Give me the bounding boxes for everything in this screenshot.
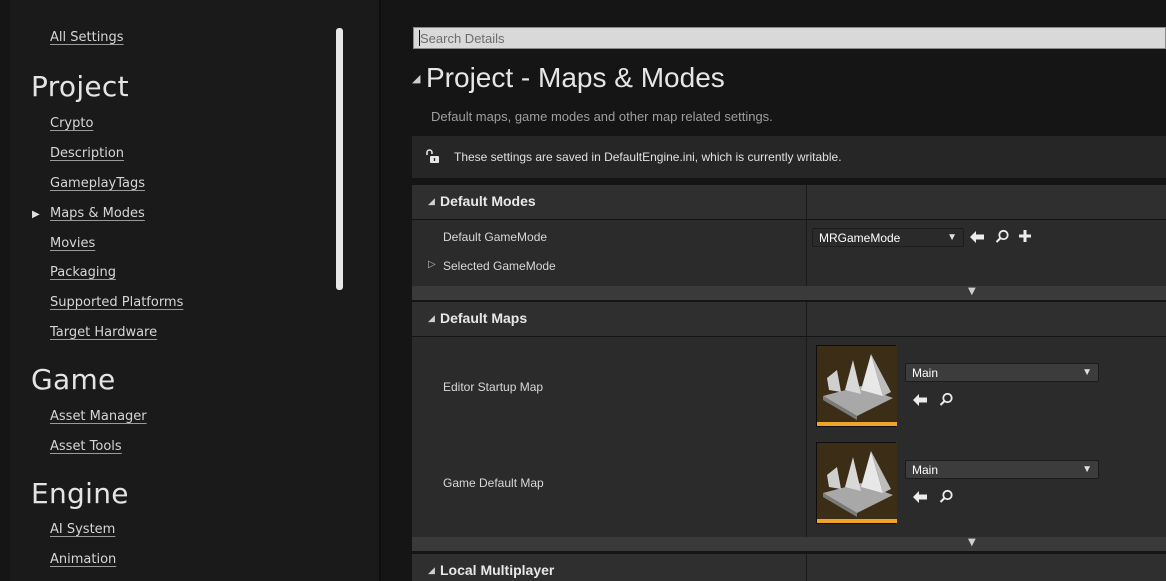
arrow-left-icon[interactable] xyxy=(912,393,928,407)
nav-scrollbar-thumb[interactable] xyxy=(336,28,343,290)
nav-heading-engine: Engine xyxy=(31,477,129,510)
nav-item-gameplaytags[interactable]: GameplayTags xyxy=(50,176,145,191)
arrow-left-icon[interactable] xyxy=(912,490,928,504)
collapse-arrow-icon[interactable]: ◢ xyxy=(428,314,435,324)
collapse-arrow-icon[interactable]: ◢ xyxy=(428,566,435,576)
nav-item-animation[interactable]: Animation xyxy=(50,552,116,567)
page-title: Project - Maps & Modes xyxy=(426,62,725,93)
column-splitter[interactable] xyxy=(806,337,807,537)
advanced-expander[interactable] xyxy=(412,286,1166,300)
default-gamemode-combo[interactable]: MRGameMode ▼ xyxy=(812,228,964,247)
combo-value: Main xyxy=(912,463,939,477)
nav-item-target-hardware[interactable]: Target Hardware xyxy=(50,325,157,340)
prop-label-game-default-map: Game Default Map xyxy=(443,476,544,490)
collapse-arrow-icon[interactable]: ◢ xyxy=(428,197,435,207)
advanced-expander[interactable] xyxy=(412,537,1166,551)
plus-icon[interactable] xyxy=(1018,229,1032,243)
category-label-local-multiplayer: Local Multiplayer xyxy=(440,562,555,578)
map-asset-icon xyxy=(817,346,897,424)
nav-heading-project: Project xyxy=(31,70,129,103)
combo-value: Main xyxy=(912,366,939,380)
writable-notice-text: These settings are saved in DefaultEngin… xyxy=(454,150,842,164)
column-splitter[interactable] xyxy=(806,554,807,581)
column-splitter[interactable] xyxy=(806,302,807,336)
prop-label-selected-gamemode[interactable]: Selected GameMode xyxy=(443,259,556,273)
nav-all-settings[interactable]: All Settings xyxy=(50,30,124,45)
unlocked-icon xyxy=(426,149,439,163)
arrow-left-icon[interactable] xyxy=(969,230,985,244)
search-details-input[interactable] xyxy=(413,27,1166,49)
nav-item-supported-platforms[interactable]: Supported Platforms xyxy=(50,295,183,310)
dropdown-arrow-icon: ▼ xyxy=(1082,367,1092,378)
column-splitter[interactable] xyxy=(806,220,807,286)
prop-label-editor-startup-map: Editor Startup Map xyxy=(443,380,544,394)
map-asset-icon xyxy=(817,443,897,521)
dropdown-arrow-icon: ▼ xyxy=(1082,464,1092,475)
map-thumbnail[interactable] xyxy=(816,345,897,427)
expand-advanced-icon[interactable]: ▼ xyxy=(968,286,976,297)
nav-item-asset-tools[interactable]: Asset Tools xyxy=(50,439,122,454)
search-icon[interactable] xyxy=(939,392,954,407)
search-icon[interactable] xyxy=(995,229,1010,244)
dropdown-arrow-icon: ▼ xyxy=(947,232,957,243)
expand-arrow-icon[interactable]: ▷ xyxy=(428,259,436,270)
prop-label-default-gamemode: Default GameMode xyxy=(443,230,548,244)
map-thumbnail[interactable] xyxy=(816,442,897,524)
nav-item-maps-modes[interactable]: Maps & Modes xyxy=(50,206,145,221)
selected-indicator-icon: ▶ xyxy=(32,209,40,220)
editor-startup-map-combo[interactable]: Main ▼ xyxy=(905,363,1099,382)
game-default-map-combo[interactable]: Main ▼ xyxy=(905,460,1099,479)
asset-type-bar xyxy=(817,519,897,523)
nav-item-description[interactable]: Description xyxy=(50,146,124,161)
category-label-default-maps: Default Maps xyxy=(440,310,528,326)
expand-advanced-icon[interactable]: ▼ xyxy=(968,537,976,548)
search-icon[interactable] xyxy=(939,489,954,504)
text-caret xyxy=(419,30,420,46)
nav-item-ai-system[interactable]: AI System xyxy=(50,522,115,537)
page-description: Default maps, game modes and other map r… xyxy=(431,109,773,124)
title-collapse-icon[interactable]: ◢ xyxy=(412,72,420,85)
nav-item-movies[interactable]: Movies xyxy=(50,236,95,251)
nav-item-packaging[interactable]: Packaging xyxy=(50,265,116,280)
asset-type-bar xyxy=(817,422,897,426)
nav-item-asset-manager[interactable]: Asset Manager xyxy=(50,409,147,424)
category-label-default-modes: Default Modes xyxy=(440,193,536,209)
nav-heading-game: Game xyxy=(31,363,116,396)
panel-divider xyxy=(379,0,381,581)
combo-value: MRGameMode xyxy=(819,231,901,245)
nav-item-crypto[interactable]: Crypto xyxy=(50,116,93,131)
